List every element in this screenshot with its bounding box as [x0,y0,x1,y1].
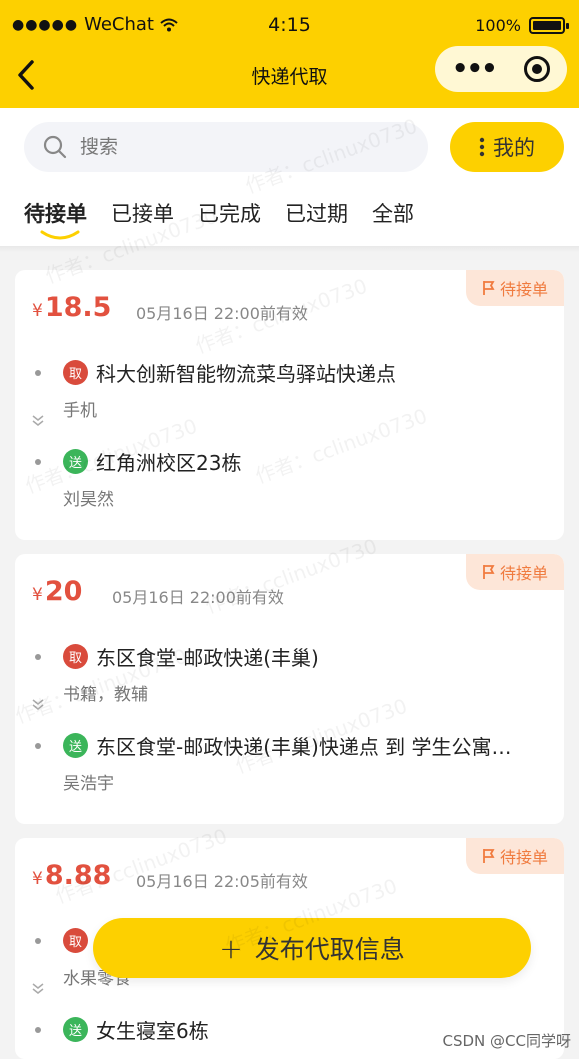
pickup-location: 科大创新智能物流菜鸟驿站快递点 [96,362,396,386]
status-tabs: 待接单 已接单 已完成 已过期 全部 [24,198,414,240]
flag-icon [483,849,495,863]
double-chevron-down-icon [32,983,44,994]
status-badge-label: 待接单 [499,280,548,299]
bullet-dot [35,1026,41,1033]
price-amount: 18.5 [44,292,112,323]
pickup-row: 取 [35,928,96,953]
delivery-tag: 送 [63,733,88,758]
bullet-dot [35,369,41,376]
status-badge: 待接单 [466,838,564,874]
close-miniprogram-icon[interactable] [524,56,551,82]
tab-expired[interactable]: 已过期 [285,198,348,228]
currency-symbol: ¥ [32,301,43,321]
recipient-name: 刘昊然 [63,490,114,510]
pickup-row: 取 东区食堂-邮政快递(丰巢) [35,642,319,671]
tab-pending-label: 待接单 [24,202,87,226]
tab-pending[interactable]: 待接单 [24,198,87,240]
tab-all-label: 全部 [372,202,414,226]
tab-accepted[interactable]: 已接单 [111,198,174,228]
delivery-row: 送 东区食堂-邮政快递(丰巢)快递点 到 学生公寓… [35,731,512,760]
recipient-name: 吴浩宇 [63,774,114,794]
search-icon [43,135,67,159]
miniprogram-capsule: ••• [435,46,567,92]
tab-completed[interactable]: 已完成 [198,198,261,228]
bullet-dot [35,742,41,749]
order-card[interactable]: 待接单 ¥ 20 05月16日 22:00前有效 取 东区食堂-邮政快递(丰巢)… [15,554,564,824]
pickup-tag: 取 [63,644,88,669]
currency-symbol: ¥ [32,869,43,889]
double-chevron-down-icon [32,699,44,710]
bullet-dot [35,653,41,660]
tab-completed-label: 已完成 [198,202,261,226]
status-badge-label: 待接单 [499,564,548,583]
status-right: 100% [475,16,569,35]
order-price: ¥ 8.88 [32,860,111,891]
price-amount: 20 [44,576,83,607]
battery-icon [529,17,569,34]
tab-accepted-label: 已接单 [111,202,174,226]
delivery-location: 东区食堂-邮政快递(丰巢)快递点 到 学生公寓… [96,735,512,759]
delivery-location: 女生寝室6栋 [96,1019,209,1043]
search-input[interactable] [80,136,380,158]
price-amount: 8.88 [44,860,112,891]
expire-time: 05月16日 22:00前有效 [136,304,308,323]
my-orders-button[interactable]: 我的 [450,122,564,172]
bullet-dot [35,937,41,944]
status-badge: 待接单 [466,270,564,306]
pickup-tag: 取 [63,360,88,385]
order-price: ¥ 20 [32,576,82,607]
delivery-tag: 送 [63,449,88,474]
tab-all[interactable]: 全部 [372,198,414,228]
plus-icon: + [219,931,243,965]
battery-percent: 100% [475,16,521,35]
publish-request-label: 发布代取信息 [254,935,405,964]
capsule-divider [509,57,510,81]
footer-credit: CSDN @CC同学呀 [442,1032,571,1050]
flag-icon [483,281,495,295]
order-price: ¥ 18.5 [32,292,111,323]
status-badge-label: 待接单 [499,848,548,867]
nav-bar: 快递代取 ••• [0,46,579,104]
status-bar: ●●●●● WeChat 4:15 100% [0,10,579,42]
order-card[interactable]: 待接单 ¥ 18.5 05月16日 22:00前有效 取 科大创新智能物流菜鸟驿… [15,270,564,540]
filter-bar-shadow [0,246,579,252]
expire-time: 05月16日 22:00前有效 [112,588,284,607]
status-badge: 待接单 [466,554,564,590]
bullet-dot [35,458,41,465]
more-menu-icon[interactable]: ••• [452,56,498,82]
delivery-row: 送 红角洲校区23栋 [35,447,241,476]
pickup-location: 东区食堂-邮政快递(丰巢) [96,646,319,670]
tab-expired-label: 已过期 [285,202,348,226]
double-chevron-down-icon [32,415,44,426]
vertical-dots-icon [479,137,485,157]
search-box[interactable] [24,122,428,172]
expire-time: 05月16日 22:05前有效 [136,872,308,891]
filter-bar: 我的 待接单 已接单 已完成 已过期 全部 [0,108,579,246]
pickup-row: 取 科大创新智能物流菜鸟驿站快递点 [35,358,396,387]
delivery-location: 红角洲校区23栋 [96,451,242,475]
pickup-item: 书籍，教辅 [63,685,148,705]
publish-request-button[interactable]: + 发布代取信息 [93,918,531,978]
app-header: ●●●●● WeChat 4:15 100% 快递代取 ••• [0,0,579,108]
active-tab-indicator [40,230,80,240]
currency-symbol: ¥ [32,585,43,605]
pickup-tag: 取 [63,928,88,953]
pickup-item: 手机 [63,401,97,421]
delivery-row: 送 女生寝室6栋 [35,1015,209,1044]
delivery-tag: 送 [63,1017,88,1042]
my-orders-label: 我的 [493,136,535,160]
flag-icon [483,565,495,579]
